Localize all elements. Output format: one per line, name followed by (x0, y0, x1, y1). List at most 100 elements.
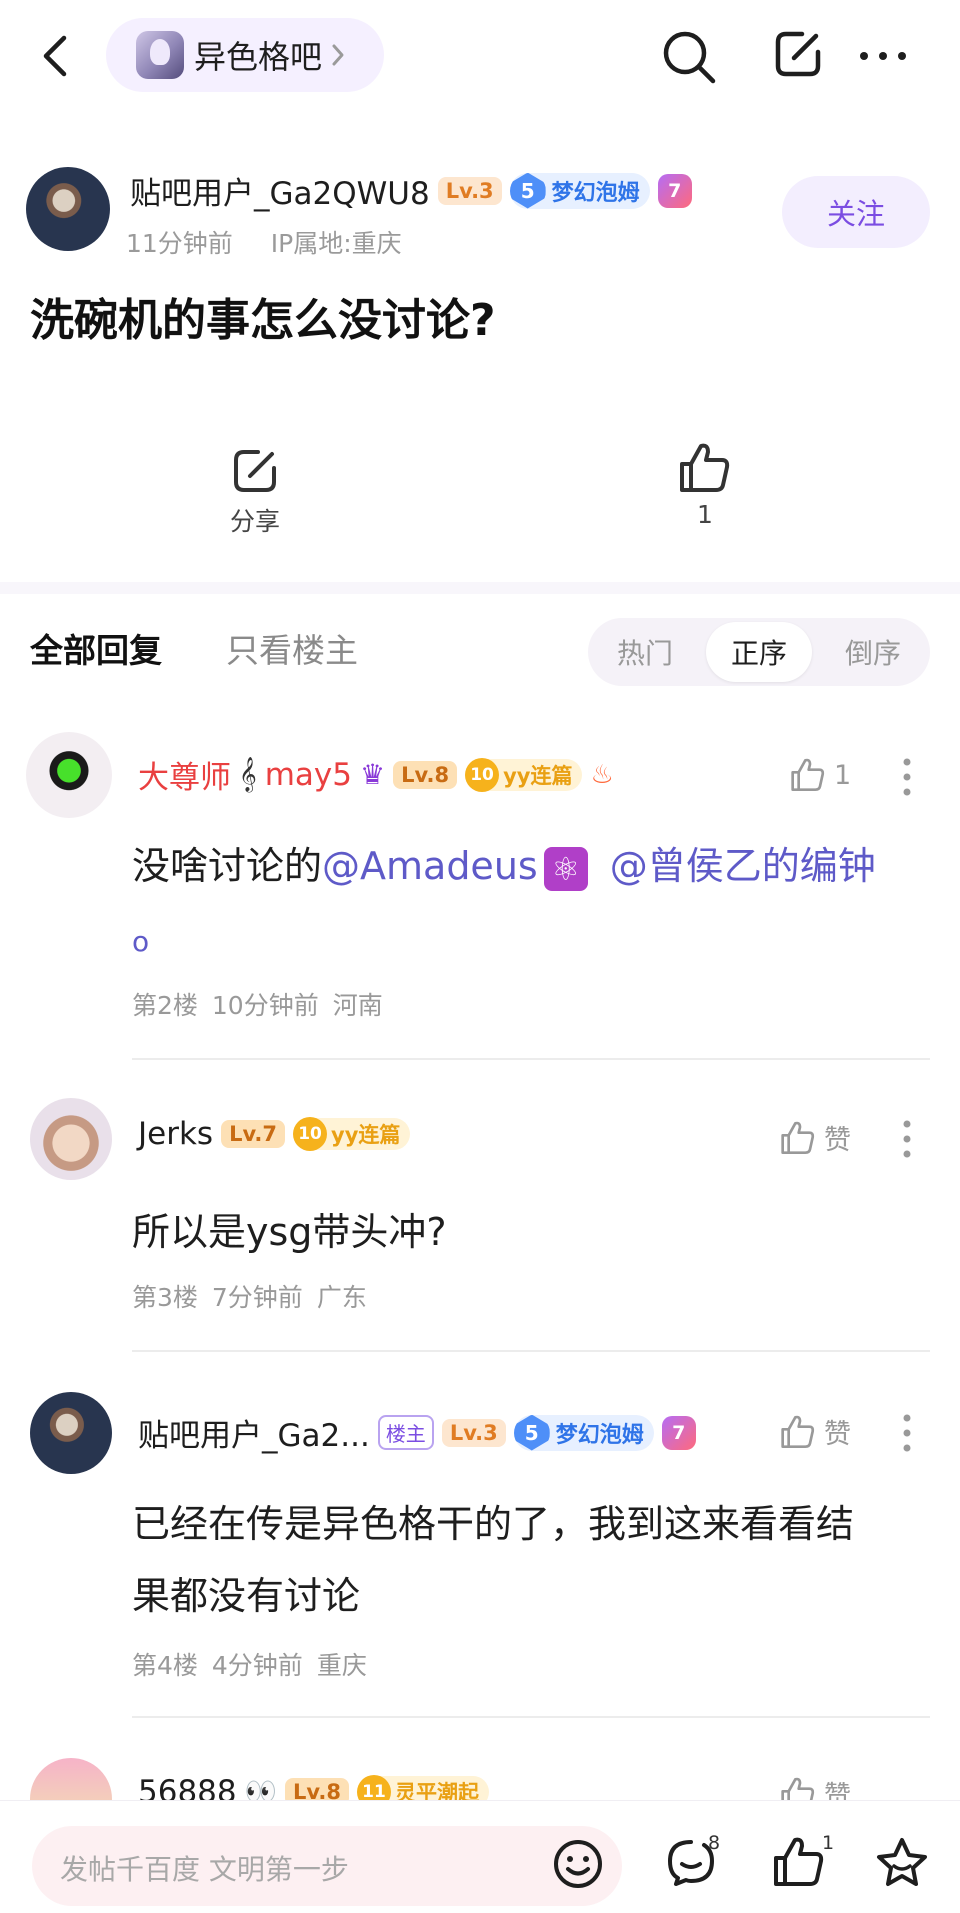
reply-avatar[interactable] (26, 732, 112, 818)
reply-like-button[interactable]: 1 (790, 756, 851, 794)
share-top-button[interactable] (772, 28, 824, 82)
like-count: 1 (697, 500, 713, 529)
favorite-button[interactable] (874, 1836, 930, 1890)
badge-number: 5 (513, 1414, 550, 1451)
more-dots-icon (860, 52, 906, 60)
share-button[interactable]: 分享 (190, 446, 320, 546)
reply-text: 没啥讨论的@Amadeus ⚛ @曾侯乙的编钟 o (132, 830, 932, 978)
post-like-button[interactable]: 1 (640, 440, 770, 540)
sort-descending[interactable]: 倒序 (816, 618, 930, 686)
level-tag: Lv.8 (393, 760, 458, 789)
thumbs-up-icon (791, 758, 825, 792)
tab-owner-only[interactable]: 只看楼主 (226, 624, 358, 672)
username-text: 贴吧用户_Ga2... (138, 1418, 370, 1454)
badge-number: 10 (293, 1117, 328, 1151)
username-text: 大尊师 (138, 760, 231, 796)
share-icon (775, 31, 821, 77)
reply-location: 重庆 (316, 1651, 367, 1680)
floor-number: 第2楼 (132, 991, 198, 1020)
username-text: may5 (264, 756, 352, 793)
level-tag: Lv.7 (221, 1120, 286, 1148)
thumbs-up-icon (680, 443, 730, 492)
rank-badge: 7 (661, 1415, 696, 1450)
back-button[interactable] (30, 26, 82, 86)
thumbs-up-icon (781, 1121, 815, 1154)
mention-link-continued[interactable]: o (132, 925, 149, 958)
mention-link[interactable]: @曾侯乙的编钟 (610, 844, 876, 888)
floor-number: 第4楼 (132, 1651, 198, 1680)
reply-location: 河南 (332, 991, 383, 1020)
reply-meta: 第2楼 10分钟前 河南 (132, 986, 397, 1022)
badge-number: 5 (509, 172, 546, 209)
follow-button[interactable]: 关注 (782, 176, 930, 248)
search-button[interactable] (660, 28, 718, 86)
sort-hot[interactable]: 热门 (588, 618, 702, 686)
reply-avatar[interactable] (30, 1098, 112, 1180)
search-icon (663, 31, 716, 84)
emoji-button[interactable] (552, 1838, 604, 1890)
reply-location: 广东 (316, 1283, 367, 1312)
post-meta: 11分钟前 IP属地:重庆 (126, 224, 402, 260)
fan-badge: 5 梦幻泡姆 (513, 1414, 654, 1451)
forum-name: 异色格吧 (194, 38, 323, 76)
reply-input-placeholder: 发帖千百度 文明第一步 (60, 1853, 349, 1886)
back-arrow-icon (43, 35, 67, 77)
tab-all-replies[interactable]: 全部回复 (30, 624, 162, 672)
reply-like-button[interactable]: 赞 (780, 1412, 851, 1451)
more-button[interactable] (858, 50, 908, 62)
emoji-icon (554, 1840, 602, 1888)
author-avatar[interactable] (26, 167, 110, 251)
level-tag: Lv.3 (441, 1418, 506, 1447)
reply-username[interactable]: 大尊师 𝄞 may5 ♛ Lv.8 10 yy连篇 ♨ (138, 752, 614, 797)
more-vertical-icon (903, 758, 911, 796)
reply-divider (132, 1716, 930, 1718)
reply-like-label: 赞 (824, 1419, 851, 1450)
share-label: 分享 (229, 507, 280, 536)
post-ip: IP属地:重庆 (270, 229, 402, 258)
bottom-like-count: 1 (822, 1832, 835, 1854)
reply-username[interactable]: 56888 👀 Lv.8 11 灵平潮起 (138, 1774, 489, 1800)
comment-count: 8 (708, 1832, 721, 1854)
more-vertical-icon (903, 1414, 911, 1452)
reply-time: 4分钟前 (211, 1651, 303, 1680)
star-icon (877, 1838, 927, 1886)
reply-partial: 56888 👀 Lv.8 11 灵平潮起 赞 (0, 1740, 960, 1800)
mention-link[interactable]: @Amadeus (322, 844, 538, 888)
sort-selector: 热门 正序 倒序 (588, 618, 930, 686)
reply-meta: 第3楼 7分钟前 广东 (132, 1278, 381, 1314)
reply-more-button[interactable] (902, 1118, 912, 1160)
reply-avatar[interactable] (30, 1758, 112, 1800)
reply-text-line: 已经在传是异色格干的了，我到这来看看结 (132, 1502, 855, 1546)
reply-text: 所以是ysg带头冲? (132, 1210, 447, 1254)
crown-icon: ♛ (360, 758, 386, 791)
forum-link[interactable]: 异色格吧 (106, 18, 384, 92)
post-title: 洗碗机的事怎么没讨论? (30, 295, 496, 346)
post-time: 11分钟前 (126, 229, 233, 258)
reply-text: 已经在传是异色格干的了，我到这来看看结 果都没有讨论 (132, 1488, 932, 1632)
chevron-right-icon (332, 44, 344, 66)
badge-name: 灵平潮起 (394, 1781, 479, 1800)
badge-name: 梦幻泡姆 (551, 180, 640, 206)
rank-badge: 7 (657, 173, 692, 208)
reply-username[interactable]: Jerks Lv.7 10 yy连篇 (138, 1116, 411, 1152)
fan-badge: 10 yy连篇 (293, 1117, 411, 1151)
reply-like-button[interactable]: 赞 (780, 1774, 851, 1800)
reply-username[interactable]: 贴吧用户_Ga2... 楼主 Lv.3 5 梦幻泡姆 7 (138, 1410, 696, 1455)
badge-name: 梦幻泡姆 (555, 1422, 644, 1448)
reply-like-count: 1 (834, 759, 852, 791)
reply-text-line: 果都没有讨论 (132, 1574, 361, 1618)
sort-ascending[interactable]: 正序 (706, 622, 812, 682)
music-clef-icon: 𝄞 (239, 757, 257, 792)
reply-more-button[interactable] (902, 1412, 912, 1454)
reply-more-button[interactable] (902, 756, 912, 798)
author-name[interactable]: 贴吧用户_Ga2QWU8 (130, 168, 430, 213)
reply-time: 10分钟前 (211, 991, 319, 1020)
eyes-icon: 👀 (244, 1777, 277, 1800)
reply-like-button[interactable]: 赞 (780, 1118, 851, 1157)
section-divider (0, 582, 960, 594)
flame-icon: ♨ (590, 759, 614, 790)
share-icon (234, 450, 276, 492)
reply-text-lead: 没啥讨论的 (132, 844, 323, 888)
bottom-like-button[interactable] (772, 1834, 826, 1890)
reply-avatar[interactable] (30, 1392, 112, 1474)
